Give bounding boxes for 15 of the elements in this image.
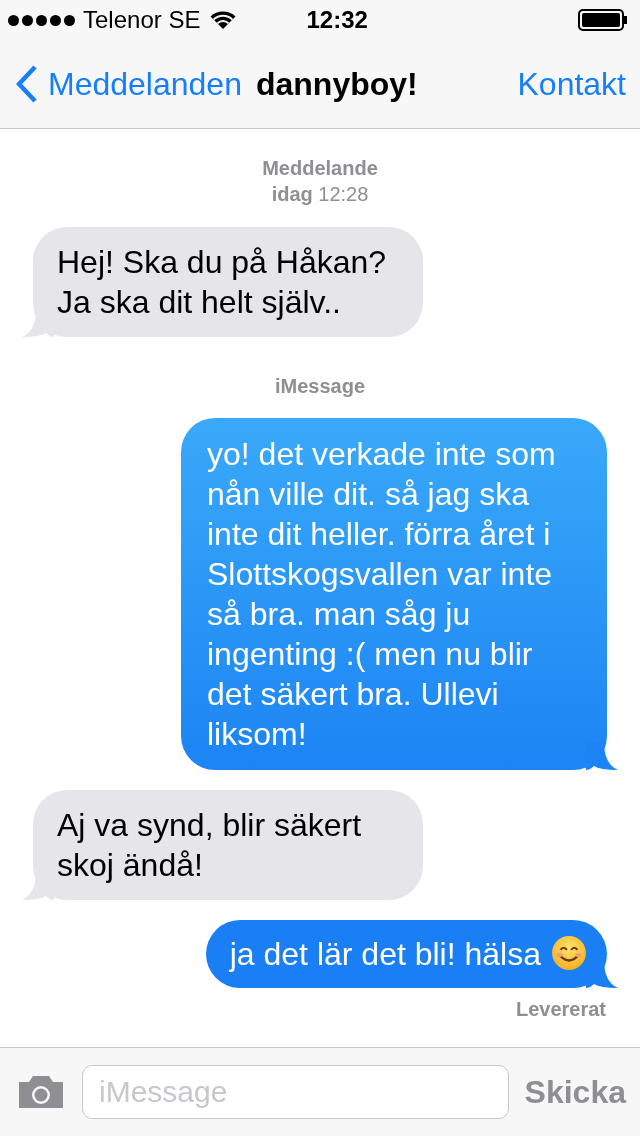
- wifi-icon: [210, 10, 237, 30]
- service-label: Meddelande: [262, 156, 378, 181]
- timestamp: idag 12:28: [271, 182, 369, 207]
- service-label: iMessage: [273, 375, 367, 398]
- delivery-status: Levererat: [515, 998, 606, 1021]
- camera-icon[interactable]: [16, 1074, 66, 1110]
- contact-button[interactable]: Kontakt: [517, 65, 626, 103]
- conversation-title: dannyboy!: [255, 65, 419, 103]
- signal-icon: [8, 14, 75, 26]
- back-button[interactable]: Meddelanden: [16, 65, 242, 103]
- message-field[interactable]: iMessage: [82, 1065, 509, 1119]
- clock: 12:32: [305, 6, 369, 34]
- chevron-icon: [16, 65, 38, 103]
- carrier-name: Telenor SE: [83, 6, 201, 34]
- battery-icon: [578, 9, 628, 31]
